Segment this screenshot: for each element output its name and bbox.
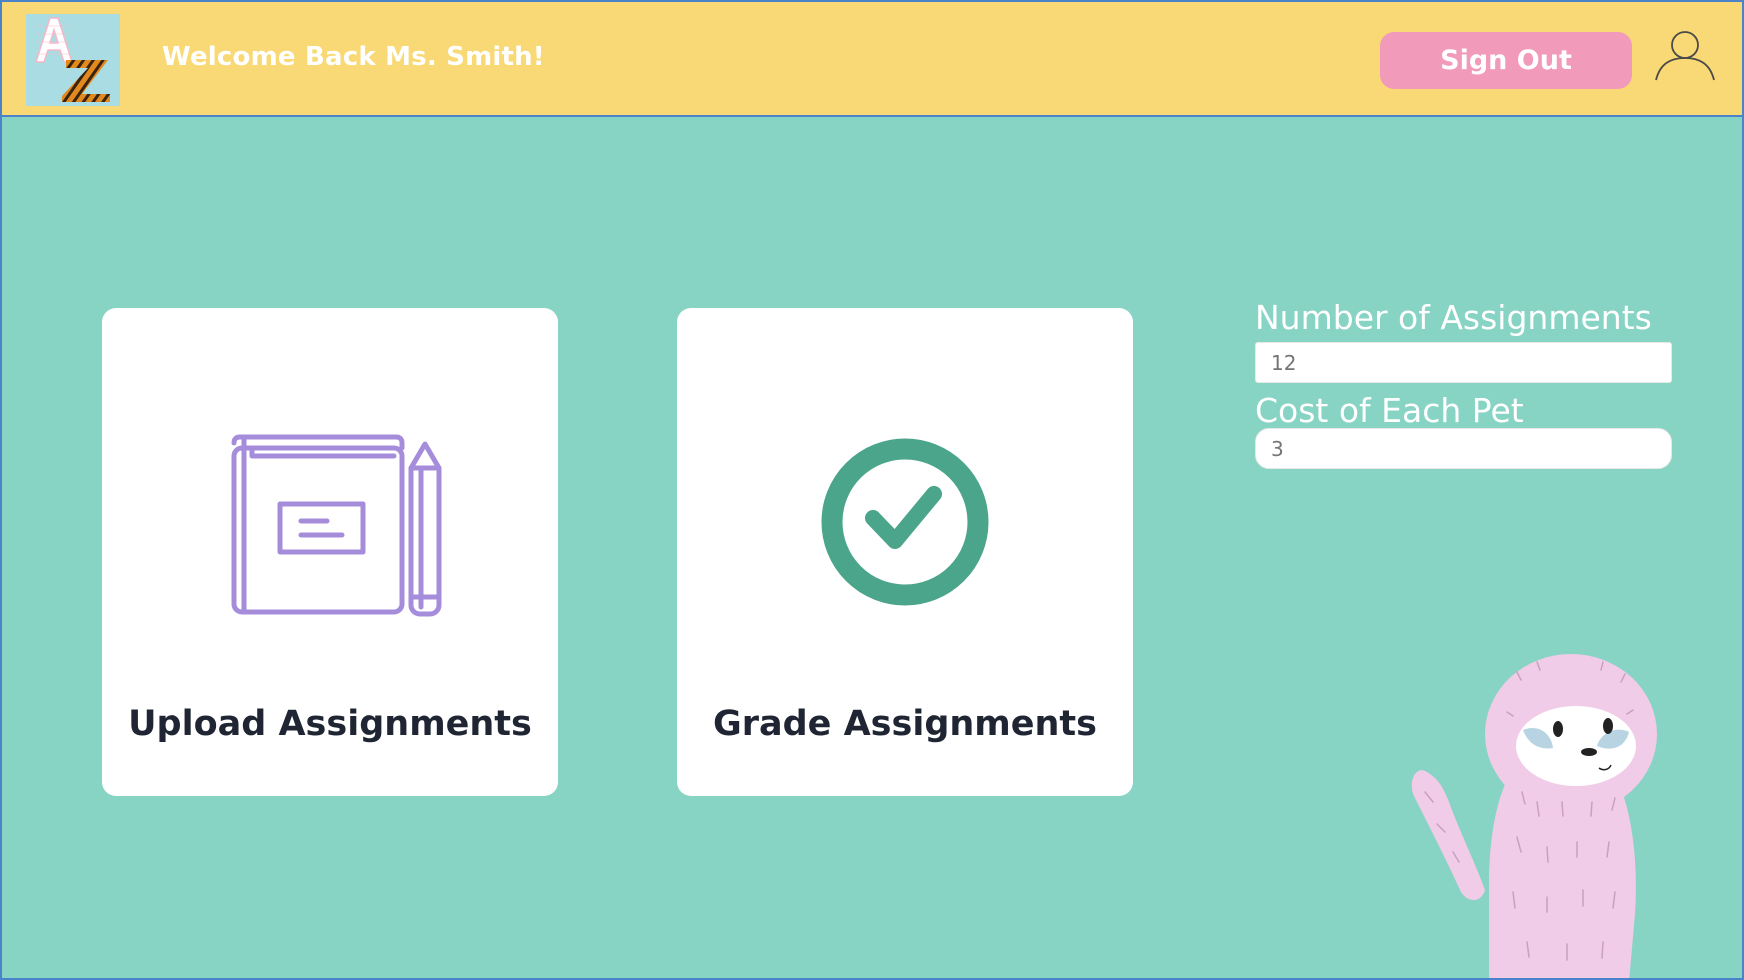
upload-assignments-label: Upload Assignments [128,704,532,744]
app-frame: Welcome Back Ms. Smith! Sign Out Upload … [0,0,1744,980]
grade-assignments-label: Grade Assignments [713,704,1097,744]
notebook-pencil-icon [231,434,442,617]
cost-of-each-pet-input[interactable] [1255,428,1672,469]
sloth-mascot-illustration [1411,654,1657,978]
az-logo-icon [26,14,120,106]
upload-assignments-card[interactable]: Upload Assignments [102,308,558,796]
check-circle-icon [821,438,989,606]
grade-assignments-card[interactable]: Grade Assignments [677,308,1133,796]
sign-out-button[interactable]: Sign Out [1380,32,1632,89]
number-of-assignments-label: Number of Assignments [1255,298,1652,337]
user-profile-icon[interactable] [1652,28,1718,84]
welcome-message: Welcome Back Ms. Smith! [162,42,545,72]
top-header-bar: Welcome Back Ms. Smith! Sign Out [2,2,1742,117]
app-logo [26,14,120,106]
number-of-assignments-input[interactable] [1255,342,1672,383]
cost-of-each-pet-label: Cost of Each Pet [1255,391,1524,430]
